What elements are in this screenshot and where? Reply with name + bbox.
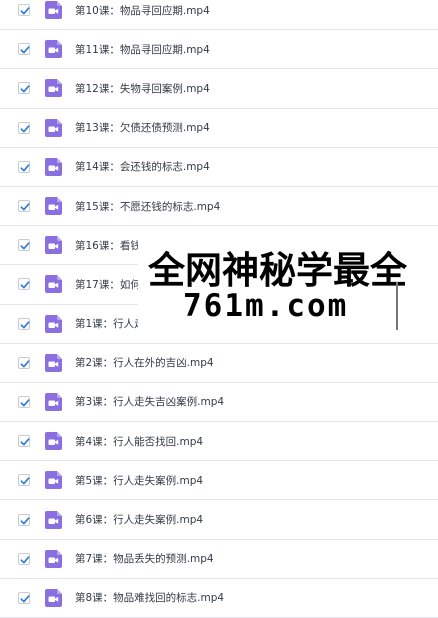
checkbox[interactable] xyxy=(18,552,30,565)
watermark-divider xyxy=(396,282,398,330)
video-file-icon xyxy=(44,431,63,451)
file-name: 第3课：行人走失吉凶案例.mp4 xyxy=(75,396,225,409)
file-name: 第10课：物品寻回应期.mp4 xyxy=(75,4,210,17)
video-file-icon xyxy=(44,196,63,216)
file-row[interactable]: 第13课：欠债还债预测.mp4 xyxy=(0,109,438,148)
file-name: 第6课：行人走失案例.mp4 xyxy=(75,514,204,527)
video-file-icon xyxy=(44,314,63,334)
checkbox[interactable] xyxy=(18,513,30,526)
video-file-icon xyxy=(44,510,63,530)
file-row[interactable]: 第6课：行人走失案例.mp4 xyxy=(0,500,438,540)
video-file-icon xyxy=(44,157,63,177)
checkbox[interactable] xyxy=(18,239,30,252)
file-name: 第14课：会还钱的标志.mp4 xyxy=(75,161,210,174)
video-file-icon xyxy=(44,39,63,59)
file-row[interactable]: 第3课：行人走失吉凶案例.mp4 xyxy=(0,383,438,423)
video-file-icon xyxy=(44,549,63,569)
file-name: 第17课：如何 xyxy=(75,278,141,291)
file-row[interactable]: 第10课：物品寻回应期.mp4 xyxy=(0,0,438,31)
watermark-overlay: 全网神秘学最全 761m.com xyxy=(138,238,438,338)
checkbox[interactable] xyxy=(18,121,30,134)
file-row[interactable]: 第4课：行人能否找回.mp4 xyxy=(0,422,438,462)
file-name: 第11课：物品寻回应期.mp4 xyxy=(75,43,210,56)
video-file-icon xyxy=(44,470,63,490)
video-file-icon xyxy=(44,78,63,98)
file-row[interactable]: 第11课：物品寻回应期.mp4 xyxy=(0,30,438,70)
file-row[interactable]: 第15课：不愿还钱的标志.mp4 xyxy=(0,187,438,227)
file-name: 第5课：行人走失案例.mp4 xyxy=(75,474,204,487)
file-row[interactable]: 第8课：物品难找回的标志.mp4 xyxy=(0,579,438,618)
file-name: 第12课：失物寻回案例.mp4 xyxy=(75,82,210,95)
file-name: 第2课：行人在外的吉凶.mp4 xyxy=(75,357,214,370)
checkbox[interactable] xyxy=(18,278,30,291)
video-file-icon xyxy=(44,274,63,294)
checkbox[interactable] xyxy=(18,43,30,56)
video-file-icon xyxy=(44,353,63,373)
checkbox[interactable] xyxy=(18,591,30,604)
file-name: 第15课：不愿还钱的标志.mp4 xyxy=(75,200,221,213)
file-name: 第13课：欠债还债预测.mp4 xyxy=(75,122,210,135)
checkbox[interactable] xyxy=(18,82,30,95)
video-file-icon xyxy=(44,0,63,20)
checkbox[interactable] xyxy=(18,395,30,408)
checkbox[interactable] xyxy=(18,356,30,369)
file-name: 第16课：看钱 xyxy=(75,239,141,252)
video-file-icon xyxy=(44,588,63,608)
watermark-url: 761m.com xyxy=(183,288,349,324)
file-name: 第1课：行人走 xyxy=(75,318,145,331)
file-row[interactable]: 第7课：物品丢失的预测.mp4 xyxy=(0,540,438,579)
checkbox[interactable] xyxy=(18,160,30,173)
file-name: 第8课：物品难找回的标志.mp4 xyxy=(75,592,225,605)
file-name: 第7课：物品丢失的预测.mp4 xyxy=(75,553,214,566)
checkbox[interactable] xyxy=(18,317,30,330)
video-file-icon xyxy=(44,235,63,255)
video-file-icon xyxy=(44,118,63,138)
file-row[interactable]: 第5课：行人走失案例.mp4 xyxy=(0,461,438,501)
watermark-title: 全网神秘学最全 xyxy=(148,249,407,292)
checkbox[interactable] xyxy=(18,4,30,17)
file-row[interactable]: 第2课：行人在外的吉凶.mp4 xyxy=(0,344,438,383)
checkbox[interactable] xyxy=(18,474,30,487)
file-row[interactable]: 第14课：会还钱的标志.mp4 xyxy=(0,148,438,187)
file-name: 第4课：行人能否找回.mp4 xyxy=(75,435,204,448)
video-file-icon xyxy=(44,392,63,412)
checkbox[interactable] xyxy=(18,200,30,213)
checkbox[interactable] xyxy=(18,435,30,448)
file-row[interactable]: 第12课：失物寻回案例.mp4 xyxy=(0,69,438,109)
